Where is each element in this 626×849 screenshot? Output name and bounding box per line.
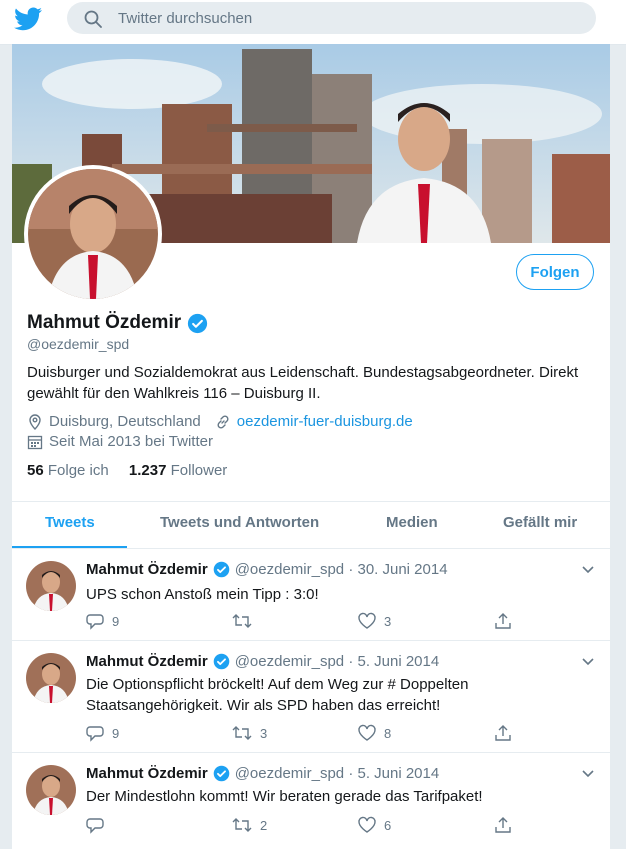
twitter-bird-icon[interactable] [14, 7, 42, 31]
tab-tweets[interactable]: Tweets [45, 514, 95, 531]
share-button[interactable] [494, 612, 520, 630]
followers-stat[interactable]: 1.237 Follower [129, 462, 227, 479]
profile-website-link[interactable]: oezdemir-fuer-duisburg.de [237, 413, 413, 430]
search-input[interactable]: Twitter durchsuchen [118, 10, 252, 27]
tweet-actions: 9 3 [86, 612, 586, 632]
tweet-header: Mahmut Özdemir @oezdemir_spd · 5. Juni 2… [86, 765, 439, 782]
profile-location: Duisburg, Deutschland [49, 413, 201, 430]
tweet-date[interactable]: · 5. Juni 2014 [348, 765, 439, 782]
retweet-icon [232, 726, 252, 740]
reply-button[interactable]: 9 [86, 724, 119, 742]
heart-icon [358, 816, 376, 833]
tweet-avatar[interactable] [26, 561, 76, 611]
profile-name: Mahmut Özdemir [27, 312, 182, 333]
like-button[interactable]: 8 [358, 724, 391, 742]
verified-badge-icon [213, 561, 229, 578]
tweet-text: Der Mindestlohn kommt! Wir beraten gerad… [86, 788, 483, 805]
profile-stats: 56 Folge ich 1.237 Follower [27, 462, 227, 479]
tweet-text: UPS schon Anstoß mein Tipp : 3:0! [86, 586, 319, 603]
like-button[interactable]: 6 [358, 816, 391, 834]
location-pin-icon [29, 413, 41, 430]
chevron-down-icon[interactable] [581, 769, 595, 779]
tweet-date[interactable]: · 30. Juni 2014 [348, 561, 447, 578]
tweet-author[interactable]: Mahmut Özdemir [86, 765, 208, 782]
profile-avatar[interactable] [24, 165, 162, 303]
verified-badge-icon [213, 765, 229, 782]
chevron-down-icon[interactable] [581, 657, 595, 667]
search-bar[interactable]: Twitter durchsuchen [67, 2, 596, 34]
tweet-author[interactable]: Mahmut Özdemir [86, 561, 208, 578]
share-button[interactable] [494, 724, 520, 742]
heart-icon [358, 612, 376, 629]
share-icon [495, 613, 511, 629]
tweet-actions: 2 6 [86, 816, 586, 836]
tab-media[interactable]: Medien [386, 514, 438, 531]
retweet-button[interactable]: 3 [232, 724, 267, 742]
reply-button[interactable] [86, 816, 112, 834]
retweet-icon [232, 614, 252, 628]
tab-tweets-replies[interactable]: Tweets und Antworten [160, 514, 319, 531]
profile-handle: @oezdemir_spd [27, 336, 130, 352]
profile-bio: Duisburger und Sozialdemokrat aus Leiden… [27, 364, 579, 402]
reply-icon [86, 726, 104, 742]
search-icon [84, 10, 102, 28]
heart-icon [358, 724, 376, 741]
retweet-icon [232, 818, 252, 832]
tweet-header: Mahmut Özdemir @oezdemir_spd · 30. Juni … [86, 561, 448, 578]
profile-location-row: Duisburg, Deutschland oezdemir-fuer-duis… [27, 413, 413, 430]
reply-button[interactable]: 9 [86, 612, 119, 630]
retweet-button[interactable] [232, 612, 260, 630]
tweet-actions: 9 3 8 [86, 724, 586, 744]
tweet-item[interactable]: Mahmut Özdemir @oezdemir_spd · 30. Juni … [12, 548, 610, 641]
profile-name-row: Mahmut Özdemir [27, 312, 208, 334]
share-icon [495, 725, 511, 741]
share-icon [495, 817, 511, 833]
tweet-date[interactable]: · 5. Juni 2014 [348, 653, 439, 670]
tweet-handle[interactable]: @oezdemir_spd [235, 653, 344, 670]
chevron-down-icon[interactable] [581, 565, 595, 575]
calendar-icon [27, 435, 43, 449]
tweet-handle[interactable]: @oezdemir_spd [235, 765, 344, 782]
profile-joined: Seit Mai 2013 bei Twitter [49, 433, 213, 450]
reply-icon [86, 818, 104, 834]
tab-likes[interactable]: Gefällt mir [503, 514, 577, 531]
tweet-header: Mahmut Özdemir @oezdemir_spd · 5. Juni 2… [86, 653, 439, 670]
verified-badge-icon [213, 653, 229, 670]
link-icon [217, 414, 229, 429]
tweet-item[interactable]: Mahmut Özdemir @oezdemir_spd · 5. Juni 2… [12, 752, 610, 849]
retweet-button[interactable]: 2 [232, 816, 267, 834]
profile-tabs: Tweets Tweets und Antworten Medien Gefäl… [12, 501, 610, 549]
tweet-author[interactable]: Mahmut Özdemir [86, 653, 208, 670]
like-button[interactable]: 3 [358, 612, 391, 630]
tweet-avatar[interactable] [26, 765, 76, 815]
reply-icon [86, 614, 104, 630]
following-stat[interactable]: 56 Folge ich [27, 462, 109, 479]
tweet-avatar[interactable] [26, 653, 76, 703]
share-button[interactable] [494, 816, 520, 834]
profile-joined-row: Seit Mai 2013 bei Twitter [27, 433, 213, 450]
tweet-item[interactable]: Mahmut Özdemir @oezdemir_spd · 5. Juni 2… [12, 640, 610, 753]
verified-badge-icon [188, 313, 208, 333]
follow-button[interactable]: Folgen [516, 254, 594, 290]
tweet-handle[interactable]: @oezdemir_spd [235, 561, 344, 578]
tweet-text: Die Optionspflicht bröckelt! Auf dem Weg… [86, 676, 469, 714]
top-bar: Twitter durchsuchen [0, 0, 626, 45]
profile-card: Folgen Mahmut Özdemir @oezdemir_spd Duis… [12, 44, 610, 548]
